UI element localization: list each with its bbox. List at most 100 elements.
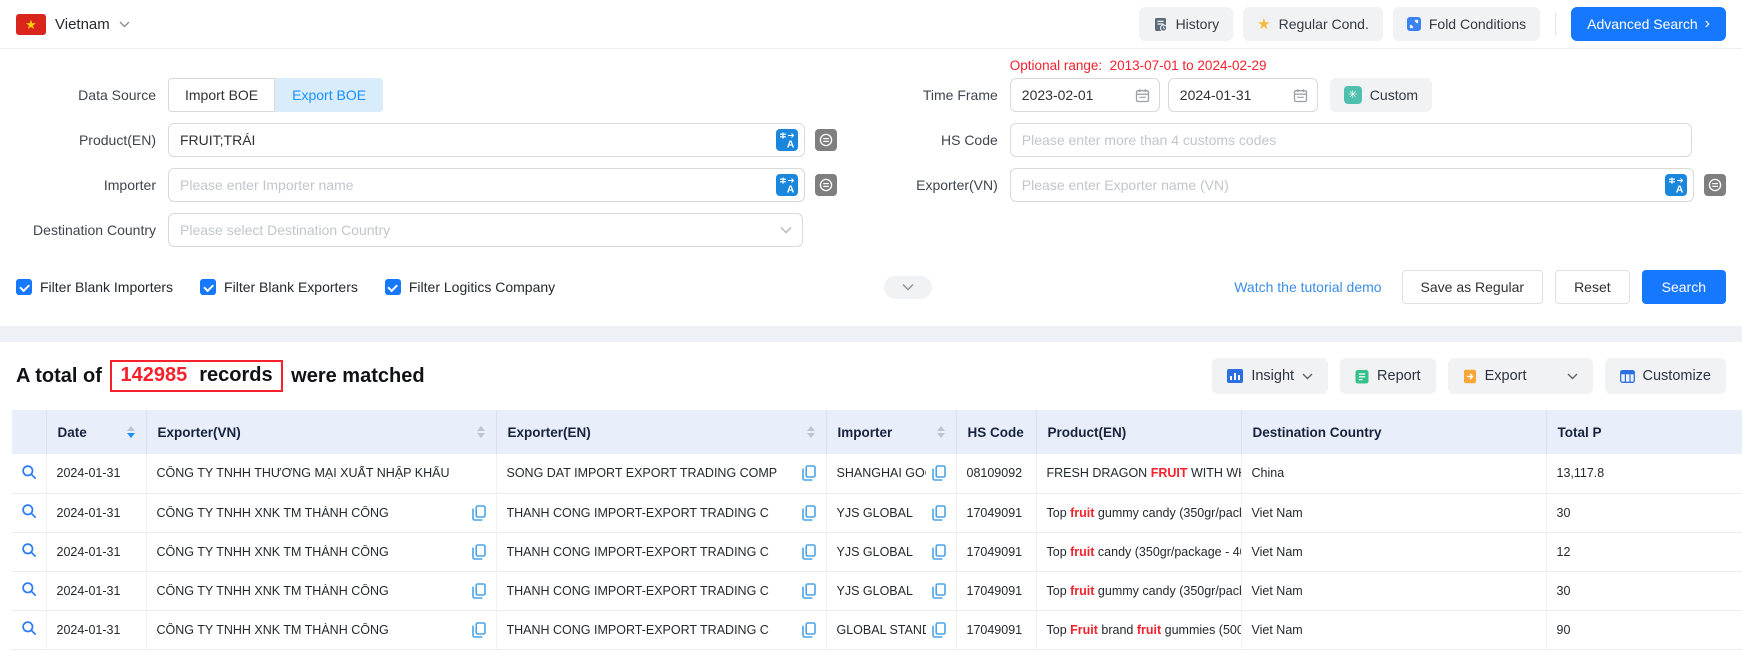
row-detail-search-icon[interactable] — [21, 464, 37, 480]
fold-conditions-label: Fold Conditions — [1429, 16, 1526, 32]
importer-input[interactable] — [180, 177, 770, 193]
table-row: 2024-01-31 CÔNG TY TNHH XNK TM THÀNH CÔN… — [12, 493, 1742, 532]
checkbox-checked-icon — [200, 279, 216, 295]
translate-icon[interactable]: A — [776, 129, 798, 151]
row-detail-search-icon[interactable] — [21, 581, 37, 597]
collapse-panel-button[interactable] — [884, 276, 932, 299]
match-mode-icon[interactable] — [815, 174, 837, 196]
copy-icon[interactable] — [802, 505, 816, 521]
results-summary: A total of 142985records were matched — [16, 360, 425, 392]
insight-button[interactable]: Insight — [1212, 358, 1328, 394]
sort-icons[interactable] — [937, 426, 945, 438]
calendar-icon[interactable] — [1293, 88, 1308, 103]
cell-total: 30 — [1546, 493, 1742, 532]
copy-icon[interactable] — [932, 583, 946, 599]
exporter-vn-label: Exporter(VN) — [837, 177, 1010, 193]
export-boe-button[interactable]: Export BOE — [275, 78, 383, 112]
save-as-regular-button[interactable]: Save as Regular — [1402, 270, 1544, 304]
copy-icon[interactable] — [802, 465, 816, 481]
report-button[interactable]: Report — [1340, 358, 1436, 394]
copy-icon[interactable] — [932, 465, 946, 481]
copy-icon[interactable] — [932, 505, 946, 521]
results-suffix: were matched — [286, 365, 425, 388]
advanced-search-label: Advanced Search — [1587, 16, 1698, 32]
cell-importer: YJS GLOBAL — [826, 571, 956, 610]
filter-actions-row: Filter Blank Importers Filter Blank Expo… — [0, 268, 1742, 306]
fold-conditions-button[interactable]: Fold Conditions — [1393, 7, 1540, 41]
insight-label: Insight — [1251, 368, 1294, 384]
importer-label: Importer — [16, 177, 168, 193]
column-header-date[interactable]: Date — [46, 410, 146, 454]
topbar: ★ Vietnam History ★ Regular Cond. Fold C… — [0, 0, 1742, 49]
cell-destination: China — [1241, 454, 1546, 493]
date-from-box — [1010, 78, 1160, 112]
divider — [1555, 13, 1556, 35]
date-from-input[interactable] — [1022, 87, 1135, 103]
cell-total: 12 — [1546, 532, 1742, 571]
cell-importer: SHANGHAI GOODF — [826, 454, 956, 493]
destination-country-select[interactable]: Please select Destination Country — [168, 213, 803, 247]
cell-date: 2024-01-31 — [46, 454, 146, 493]
match-mode-icon[interactable] — [1704, 174, 1726, 196]
row-detail-search-icon[interactable] — [21, 503, 37, 519]
cell-exporter-vn: CÔNG TY TNHH THƯƠNG MẠI XUẤT NHẬP KHẨU — [146, 454, 496, 493]
import-boe-button[interactable]: Import BOE — [168, 78, 275, 112]
sort-icons[interactable] — [807, 426, 815, 438]
sort-icons[interactable] — [477, 426, 485, 438]
tutorial-demo-link[interactable]: Watch the tutorial demo — [1234, 279, 1381, 295]
copy-icon[interactable] — [472, 583, 486, 599]
calendar-icon[interactable] — [1135, 88, 1150, 103]
table-body: 2024-01-31 CÔNG TY TNHH THƯƠNG MẠI XUẤT … — [12, 454, 1742, 649]
custom-range-button[interactable]: ✳ Custom — [1330, 78, 1432, 112]
advanced-search-button[interactable]: Advanced Search › — [1571, 7, 1726, 41]
cell-destination: Viet Nam — [1241, 493, 1546, 532]
column-header-actions — [12, 410, 46, 454]
date-to-input[interactable] — [1180, 87, 1293, 103]
copy-icon[interactable] — [932, 544, 946, 560]
country-label: Vietnam — [55, 16, 110, 33]
cell-exporter-en: THANH CONG IMPORT-EXPORT TRADING C — [496, 493, 826, 532]
regular-cond-button[interactable]: ★ Regular Cond. — [1243, 7, 1383, 41]
row-detail-search-icon[interactable] — [21, 620, 37, 636]
export-label: Export — [1485, 368, 1527, 384]
hs-code-label: HS Code — [837, 132, 1010, 148]
column-header-exporter-vn-[interactable]: Exporter(VN) — [146, 410, 496, 454]
results-table: DateExporter(VN)Exporter(EN)ImporterHS C… — [12, 410, 1742, 650]
customize-button[interactable]: Customize — [1605, 358, 1727, 394]
copy-icon[interactable] — [472, 622, 486, 638]
filter-blank-importers-checkbox[interactable]: Filter Blank Importers — [16, 279, 173, 295]
copy-icon[interactable] — [802, 544, 816, 560]
export-button[interactable]: Export — [1448, 358, 1593, 394]
copy-icon[interactable] — [472, 505, 486, 521]
translate-icon[interactable]: A — [776, 174, 798, 196]
reset-button[interactable]: Reset — [1555, 270, 1630, 304]
column-header-importer[interactable]: Importer — [826, 410, 956, 454]
star-icon: ★ — [1257, 17, 1270, 32]
cell-product: Top fruit gummy candy (350gr/package — [1036, 571, 1241, 610]
sort-icons[interactable] — [127, 426, 135, 438]
copy-icon[interactable] — [932, 622, 946, 638]
translate-icon[interactable]: A — [1665, 174, 1687, 196]
filter-blank-exporters-checkbox[interactable]: Filter Blank Exporters — [200, 279, 358, 295]
cell-date: 2024-01-31 — [46, 610, 146, 649]
fold-icon — [1407, 17, 1421, 31]
history-icon — [1153, 17, 1168, 32]
cell-date: 2024-01-31 — [46, 532, 146, 571]
cell-total: 30 — [1546, 571, 1742, 610]
copy-icon[interactable] — [802, 583, 816, 599]
country-selector[interactable]: ★ Vietnam — [16, 14, 130, 35]
exporter-vn-input[interactable] — [1022, 177, 1659, 193]
svg-text:A: A — [1676, 184, 1684, 196]
copy-icon[interactable] — [472, 544, 486, 560]
row-detail-search-icon[interactable] — [21, 542, 37, 558]
history-button[interactable]: History — [1139, 7, 1234, 41]
filter-logistics-company-checkbox[interactable]: Filter Logitics Company — [385, 279, 555, 295]
column-header-exporter-en-[interactable]: Exporter(EN) — [496, 410, 826, 454]
product-input[interactable] — [180, 132, 770, 148]
match-mode-icon[interactable] — [815, 129, 837, 151]
copy-icon[interactable] — [802, 622, 816, 638]
hs-code-input[interactable] — [1022, 132, 1685, 148]
table-header-row: DateExporter(VN)Exporter(EN)ImporterHS C… — [12, 410, 1742, 454]
arrow-right-icon: › — [1705, 16, 1710, 32]
search-button[interactable]: Search — [1642, 270, 1726, 304]
